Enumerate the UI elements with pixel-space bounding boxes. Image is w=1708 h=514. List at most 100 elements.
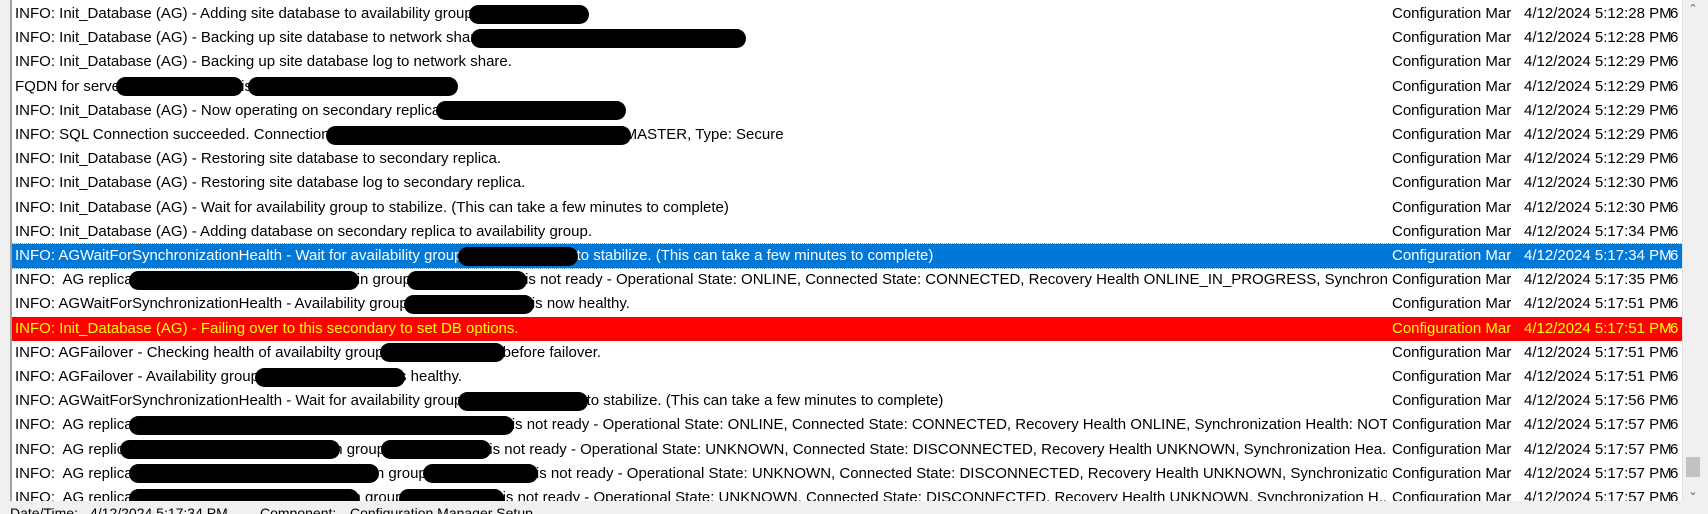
log-message: INFO: SQL Connection succeeded. Connecti… xyxy=(15,123,1387,147)
chevron-down-icon[interactable]: ⌄ xyxy=(1683,483,1703,501)
message-text: INFO: Init_Database (AG) - Now operating… xyxy=(15,101,441,119)
log-message: INFO: Init_Database (AG) - Adding site d… xyxy=(15,2,1387,26)
redaction-mark xyxy=(458,391,589,411)
vertical-scrollbar[interactable]: ⌃ ⌄ xyxy=(1682,0,1703,501)
log-row[interactable]: INFO: AGWaitForSynchronizationHealth - W… xyxy=(12,389,1682,413)
log-datetime: 4/12/2024 5:12:30 PM xyxy=(1524,198,1672,216)
message-text: is not ready - Operational State: UNKNOW… xyxy=(485,440,1387,458)
message-text: in group xyxy=(372,464,427,482)
log-row[interactable]: INFO: AG replica is not ready - Operatio… xyxy=(12,413,1682,437)
message-text: INFO: SQL Connection succeeded. Connecti… xyxy=(15,126,330,143)
log-thread: 6 xyxy=(1670,77,1679,95)
log-thread: 6 xyxy=(1670,53,1679,71)
log-row-selected[interactable]: INFO: AGWaitForSynchronizationHealth - W… xyxy=(12,243,1683,269)
log-thread: 6 xyxy=(1670,416,1679,434)
log-row[interactable]: FQDN for serve is Configuration Mar 4/12/2… xyxy=(12,75,1682,99)
redaction-mark xyxy=(248,77,459,97)
message-text: INFO: Init_Database (AG) - Backing up si… xyxy=(15,53,512,71)
message-text: INFO: Init_Database (AG) - Adding site d… xyxy=(15,5,473,22)
log-datetime: 4/12/2024 5:17:51 PM xyxy=(1524,295,1672,313)
redaction-mark xyxy=(128,415,514,435)
log-row[interactable]: INFO: AGWaitForSynchronizationHealth - A… xyxy=(12,292,1682,316)
log-component: Configuration Mar xyxy=(1392,368,1512,385)
log-list[interactable]: INFO: Init_Database (AG) - Adding site d… xyxy=(10,0,1684,501)
log-datetime: 4/12/2024 5:12:29 PM xyxy=(1524,101,1672,119)
log-thread: 6 xyxy=(1670,101,1679,119)
redaction-mark xyxy=(436,101,627,121)
status-datetime-label: Date/Time: xyxy=(10,505,78,514)
redaction-mark xyxy=(381,440,492,460)
log-row[interactable]: INFO: Init_Database (AG) - Backing up si… xyxy=(12,50,1682,74)
log-message: INFO: Init_Database (AG) - Backing up si… xyxy=(15,26,1387,50)
log-thread: 6 xyxy=(1670,222,1679,240)
log-row[interactable]: INFO: AG replica in group is not ready -… xyxy=(12,268,1682,292)
chevron-up-icon[interactable]: ⌃ xyxy=(1683,0,1703,18)
log-datetime: 4/12/2024 5:17:57 PM xyxy=(1524,416,1672,434)
log-row[interactable]: INFO: AGFailover - Checking health of av… xyxy=(12,341,1682,365)
status-component: Configuration Manager Setup xyxy=(350,505,533,514)
scrollbar-thumb[interactable] xyxy=(1686,457,1700,477)
redaction-mark xyxy=(458,246,579,266)
log-row-error[interactable]: INFO: Init_Database (AG) - Failing over … xyxy=(12,316,1682,341)
log-row[interactable]: INFO: Init_Database (AG) - Adding databa… xyxy=(12,220,1682,244)
log-thread: 6 xyxy=(1670,174,1679,192)
log-datetime: 4/12/2024 5:17:34 PM xyxy=(1524,247,1672,264)
message-text: INFO: AG replic xyxy=(15,440,125,458)
log-row[interactable]: INFO: Init_Database (AG) - Backing up si… xyxy=(12,26,1682,50)
log-datetime: 4/12/2024 5:17:51 PM xyxy=(1524,319,1672,337)
log-component: Configuration Mar xyxy=(1392,101,1512,119)
log-component: Configuration Mar xyxy=(1392,343,1512,361)
log-component: Configuration Mar xyxy=(1392,440,1512,458)
message-text: is now healthy. xyxy=(527,295,630,313)
log-row[interactable]: INFO: AG replica in group is not ready - … xyxy=(12,462,1682,486)
log-component: Configuration Mar xyxy=(1392,53,1512,71)
log-thread: 6 xyxy=(1670,295,1679,313)
log-row[interactable]: INFO: AG replic n group is not ready - Op… xyxy=(12,438,1682,462)
log-thread: 6 xyxy=(1670,198,1679,216)
log-component: Configuration Mar xyxy=(1392,464,1512,482)
redaction-mark xyxy=(406,270,527,290)
log-row[interactable]: INFO: AG replica n group is not ready - O… xyxy=(12,486,1682,501)
log-message: FQDN for serve is xyxy=(15,75,1387,99)
redaction-mark xyxy=(120,440,341,460)
redaction-mark xyxy=(379,343,505,363)
log-thread: 6 xyxy=(1670,319,1679,337)
message-text: is not ready - Operational State: ONLINE… xyxy=(507,416,1387,434)
log-row[interactable]: INFO: Init_Database (AG) - Restoring sit… xyxy=(12,171,1682,195)
log-message: INFO: AGFailover - Checking health of av… xyxy=(15,341,1387,365)
log-message: INFO: AGWaitForSynchronizationHealth - W… xyxy=(15,389,1387,413)
log-row[interactable]: INFO: SQL Connection succeeded. Connecti… xyxy=(12,123,1682,147)
log-message: INFO: Init_Database (AG) - Restoring sit… xyxy=(15,171,1387,195)
message-text: INFO: AG replica xyxy=(15,464,133,482)
log-row[interactable]: INFO: Init_Database (AG) - Adding site d… xyxy=(12,2,1682,26)
log-thread: 6 xyxy=(1670,368,1679,385)
message-text: INFO: AGWaitForSynchronizationHealth - W… xyxy=(15,392,463,410)
log-datetime: 4/12/2024 5:17:35 PM xyxy=(1524,271,1672,289)
log-row[interactable]: INFO: Init_Database (AG) - Now operating… xyxy=(12,99,1682,123)
log-datetime: 4/12/2024 5:17:57 PM xyxy=(1524,489,1672,501)
message-text: MASTER, Type: Secure xyxy=(624,126,784,143)
redaction-mark xyxy=(116,77,244,97)
log-thread: 6 xyxy=(1670,343,1679,361)
message-text: INFO: AGWaitForSynchronizationHealth - W… xyxy=(15,247,463,264)
log-message: INFO: Init_Database (AG) - Wait for avai… xyxy=(15,196,1387,220)
log-message: INFO: AGWaitForSynchronizationHealth - A… xyxy=(15,292,1387,316)
log-row[interactable]: INFO: AGFailover - Availability group s h… xyxy=(12,365,1682,389)
redaction-mark xyxy=(128,464,379,484)
log-row[interactable]: INFO: Init_Database (AG) - Wait for avai… xyxy=(12,196,1682,220)
log-thread: 6 xyxy=(1670,29,1679,47)
log-component: Configuration Mar xyxy=(1392,174,1512,192)
message-text: in group xyxy=(352,271,411,289)
log-component: Configuration Mar xyxy=(1392,416,1512,434)
log-message: INFO: AG replica in group is not ready -… xyxy=(15,268,1387,292)
redaction-mark xyxy=(403,294,534,314)
message-text: INFO: AGFailover - Availability group xyxy=(15,368,259,385)
log-thread: 6 xyxy=(1670,150,1679,168)
redaction-mark xyxy=(325,125,631,145)
status-component-label: Component: xyxy=(260,505,337,514)
log-message: INFO: AG replica is not ready - Operatio… xyxy=(15,413,1387,437)
log-component: Configuration Mar xyxy=(1392,150,1512,168)
log-component: Configuration Mar xyxy=(1392,222,1512,240)
log-row[interactable]: INFO: Init_Database (AG) - Restoring sit… xyxy=(12,147,1682,171)
message-text: n group xyxy=(352,489,404,501)
